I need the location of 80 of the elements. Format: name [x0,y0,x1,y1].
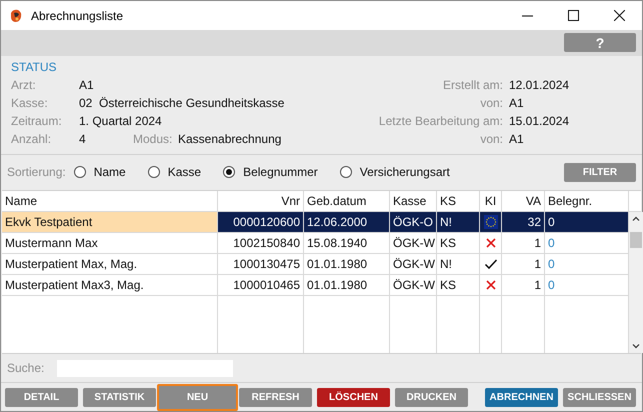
section-title: STATUS [11,60,57,74]
field-value: A1 [509,96,524,110]
column-header[interactable]: Name [5,194,38,208]
eu-flag-icon [484,214,498,229]
field-label: Arzt: [11,78,37,92]
table-cell: 0000120600 [233,214,300,229]
table-cell: Mustermann Max [5,236,98,250]
table-row[interactable]: Musterpatient Max, Mag. 1000130475 01.01.1980 ÖGK-W N! 1 0 [2,254,629,275]
table-cell: ÖGK-W [393,256,435,271]
field-label: Letzte Bearbeitung am: [378,114,503,128]
table-cell: 12.06.2000 [307,214,368,229]
field-label: Erstellt am: [442,78,503,92]
table-cell: 0 [548,236,555,250]
table-cell: ÖGK-O [393,214,434,229]
field-value: 1. Quartal 2024 [79,114,162,128]
column-header[interactable]: KS [440,194,456,208]
cross-icon [484,236,498,250]
column-header[interactable]: KI [484,194,496,208]
table-cell: 1000130475 [233,256,300,271]
field-label: Zeitraum: [11,114,63,128]
app-logo-icon [9,8,23,22]
maximize-icon[interactable] [568,10,578,21]
field-label: von: [480,132,503,146]
radio-option[interactable]: Versicherungsart [340,165,450,180]
table-cell: Musterpatient Max3, Mag. [5,278,144,292]
table-cell: Musterpatient Max, Mag. [5,256,138,271]
table-cell: ÖGK-W [393,236,435,250]
sort-label: Sortierung: [7,165,66,180]
radio-button[interactable] [223,166,236,178]
scrollbar-thumb[interactable] [630,232,642,248]
table-cell: 15.08.1940 [307,236,368,250]
field-label: Modus: [133,132,174,146]
radio-option[interactable]: Name [74,165,126,180]
action-button[interactable]: LÖSCHEN [317,388,390,407]
column-header[interactable]: Vnr [281,194,300,208]
checkmark-icon [484,256,498,271]
field-value: 02 Österreichische Gesundheitskasse [79,96,284,110]
table-cell: 01.01.1980 [307,256,368,271]
action-button[interactable]: ABRECHNEN [485,388,558,407]
radio-button[interactable] [340,166,352,178]
column-header[interactable]: VA [526,194,541,208]
field-value: Kassenabrechnung [178,132,282,146]
cross-icon [484,278,498,292]
radio-option[interactable]: Kasse [148,165,202,180]
table-cell: 32 [528,214,541,229]
field-value: 4 [79,132,87,146]
table-cell: N! [440,256,452,271]
column-header[interactable]: Kasse [393,194,426,208]
close-icon[interactable] [614,10,624,21]
radio-button[interactable] [74,166,86,178]
table-cell: 1 [534,256,541,271]
table-row[interactable]: Mustermann Max 1002150840 15.08.1940 ÖGK-W KS 1 0 [2,232,629,254]
table-cell: 0 [548,214,555,229]
table-cell: 1 [534,236,541,250]
radio-option[interactable]: Belegnummer [223,165,318,180]
field-label: Anzahl: [11,132,52,146]
field-value: A1 [79,78,94,92]
table-row[interactable]: Musterpatient Max3, Mag. 1000010465 01.01.1980 ÖGK-W KS 1 0 [2,274,629,296]
field-label: von: [480,96,503,110]
field-value: A1 [509,132,524,146]
radio-button[interactable] [148,166,160,178]
table-cell: 1002150840 [233,236,300,250]
table-cell: 1 [534,278,541,292]
field-value: 12.01.2024 [509,78,570,92]
table-cell: 1000010465 [233,278,300,292]
field-label: Kasse: [11,96,49,110]
table-cell: ÖGK-W [393,278,435,292]
field-value: 15.01.2024 [509,114,570,128]
search-label: Suche: [7,361,46,376]
table-cell: 01.01.1980 [307,278,368,292]
table-cell: KS [440,236,456,250]
window-title: Abrechnungsliste [31,8,124,22]
column-header[interactable]: Geb.datum [307,194,366,208]
table-cell: KS [440,278,456,292]
table-cell: 0 [548,278,555,292]
table-row[interactable]: Ekvk Testpatient 0000120600 12.06.2000 ÖGK-O N! 32 0 [2,212,629,233]
table-cell: Ekvk Testpatient [5,214,92,229]
column-header[interactable]: Belegnr. [548,194,592,208]
table-cell: N! [440,214,452,229]
table-cell: 0 [548,256,555,271]
